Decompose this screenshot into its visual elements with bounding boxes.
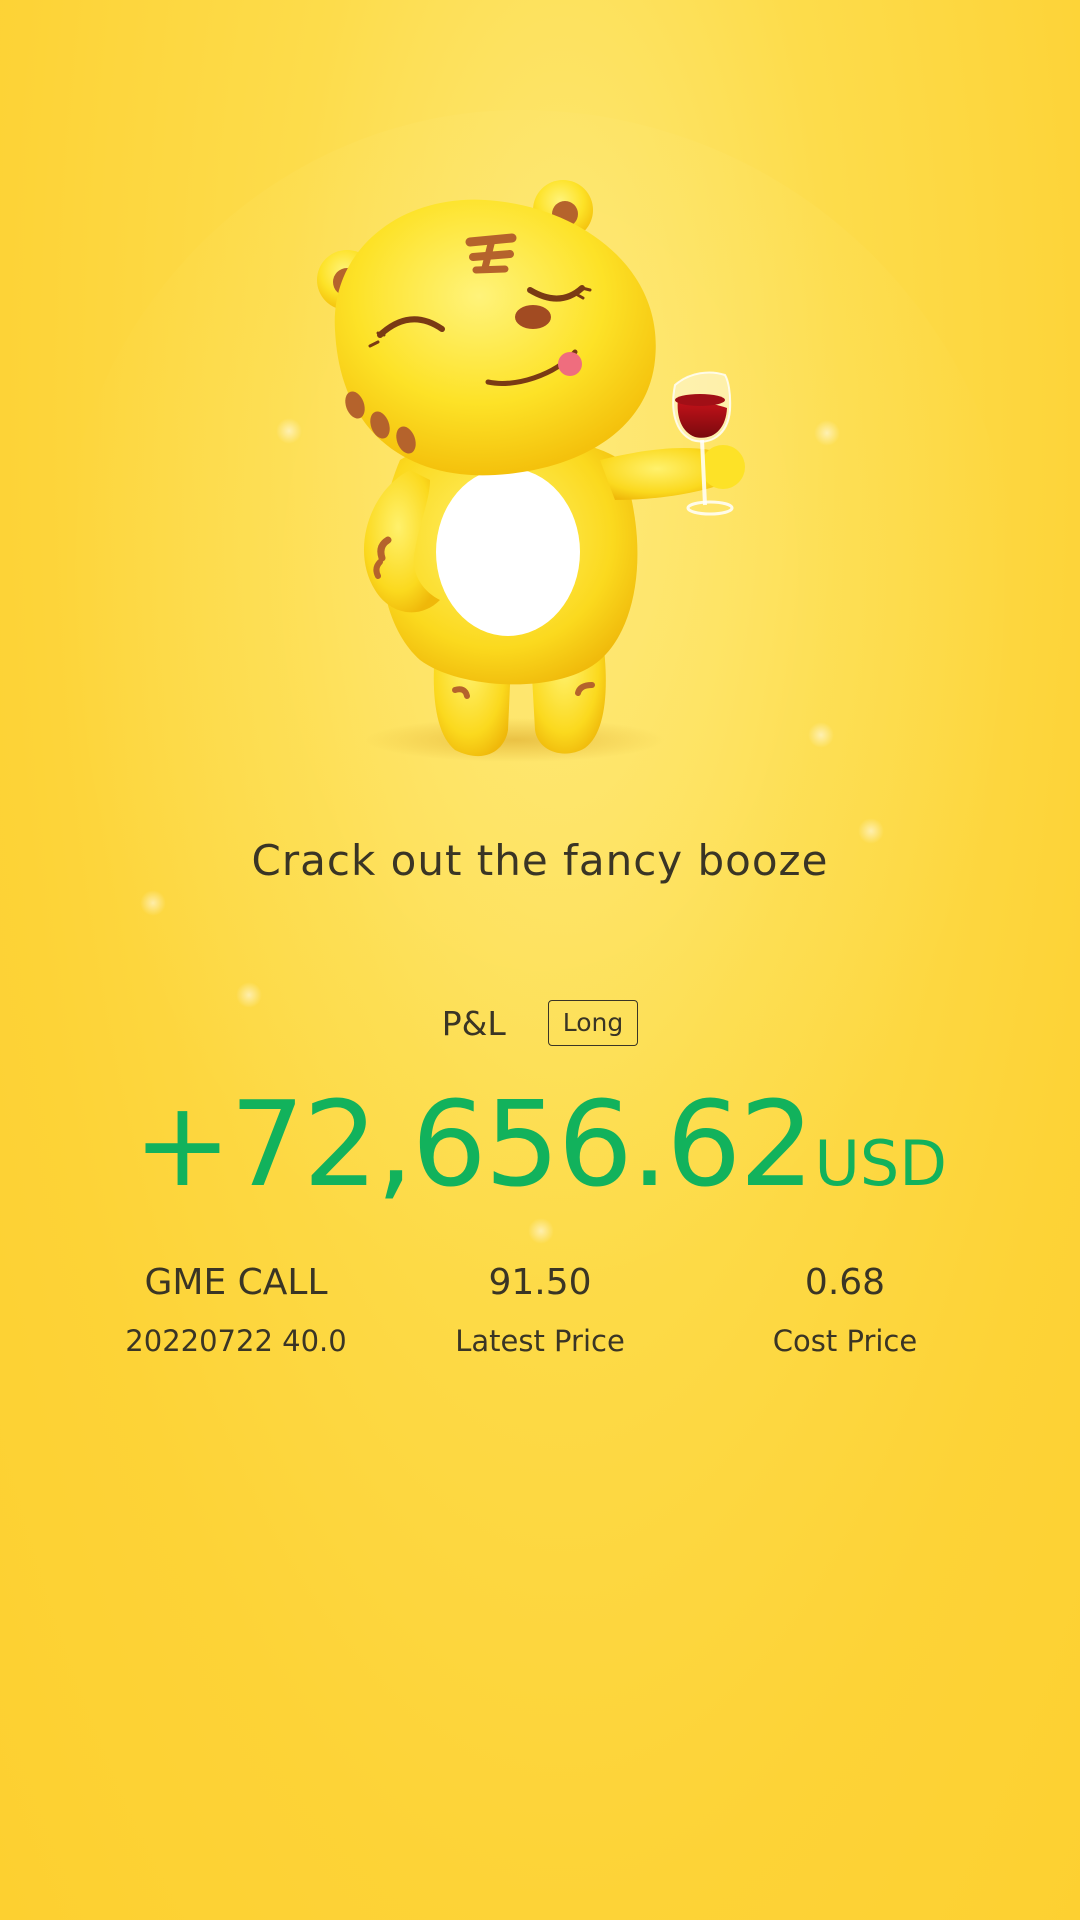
headline-message: Crack out the fancy booze xyxy=(251,836,829,885)
sparkle-decoration xyxy=(140,890,166,916)
pl-row: P&L Long xyxy=(0,1000,1080,1046)
sparkle-decoration xyxy=(528,1218,554,1244)
cost-price-value: 0.68 xyxy=(804,1262,886,1303)
pl-label: P&L xyxy=(441,1003,506,1043)
sparkle-decoration xyxy=(808,722,834,748)
cost-price-info: 0.68 Cost Price xyxy=(665,1262,1025,1358)
pnl-value: +72,656.62USD xyxy=(0,1075,1080,1213)
cost-price-label: Cost Price xyxy=(772,1324,918,1358)
sparkle-decoration xyxy=(814,420,840,446)
position-side-badge: Long xyxy=(547,1000,639,1046)
pnl-currency: USD xyxy=(814,1127,947,1200)
tiger-mascot-illustration xyxy=(317,180,745,762)
pnl-amount: +72,656.62 xyxy=(133,1075,814,1213)
